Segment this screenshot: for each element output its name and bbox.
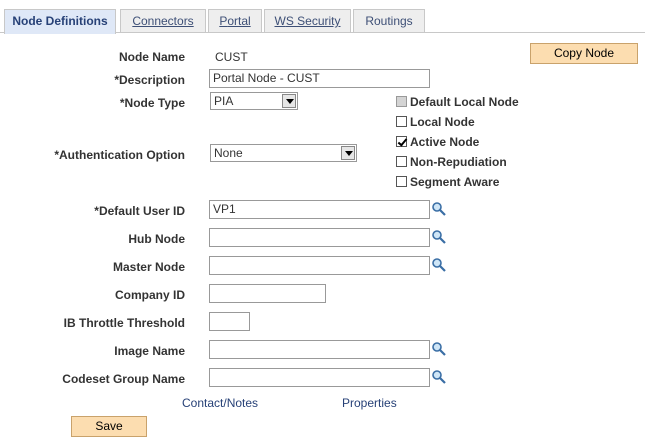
tab-mnemonic: W (274, 14, 286, 28)
tab-label: Node Definitions (12, 14, 108, 28)
hub-node-label: Hub Node (128, 232, 185, 246)
checkbox-box[interactable] (396, 176, 407, 187)
default-user-id-label: *Default User ID (94, 204, 185, 218)
tab-ws-security[interactable]: WS Security (264, 9, 351, 33)
chevron-down-icon[interactable] (341, 146, 355, 160)
description-input[interactable]: Portal Node - CUST (209, 69, 430, 88)
checkbox-label: Active Node (410, 135, 480, 149)
image-name-input[interactable] (209, 340, 430, 359)
codeset-group-name-label: Codeset Group Name (62, 372, 185, 386)
master-node-label: Master Node (112, 260, 185, 274)
properties-link[interactable]: Properties (342, 396, 397, 410)
checkbox-label: Default Local Node (410, 95, 519, 109)
tab-portal[interactable]: Portal (208, 9, 262, 33)
checkbox-box[interactable] (396, 96, 407, 107)
checkbox-box[interactable] (396, 116, 407, 127)
tab-label: ortal (227, 14, 251, 28)
magnifier-lookup-icon[interactable] (431, 201, 447, 217)
node-type-selected: PIA (214, 94, 234, 108)
tab-mnemonic: C (132, 14, 141, 28)
node-name-value: CUST (215, 50, 248, 64)
checkbox-label: Non-Repudiation (410, 155, 507, 169)
checkbox-label: Local Node (410, 115, 475, 129)
contact-notes-link[interactable]: Contact/Notes (182, 396, 258, 410)
copy-node-button[interactable]: Copy Node (530, 43, 638, 64)
chevron-down-icon[interactable] (282, 94, 296, 108)
tab-node-definitions[interactable]: Node Definitions (4, 9, 116, 34)
default-user-id-input[interactable]: VP1 (209, 200, 430, 219)
tab-label: S Security (285, 14, 341, 28)
tab-label: Routings (365, 14, 413, 28)
codeset-group-name-input[interactable] (209, 368, 430, 387)
authentication-option-label: *Authentication Option (54, 148, 185, 162)
magnifier-lookup-icon[interactable] (431, 341, 447, 357)
node-type-select[interactable]: PIA (210, 92, 298, 110)
checkmark-icon[interactable] (396, 136, 407, 147)
master-node-input[interactable] (209, 256, 430, 275)
save-button[interactable]: Save (71, 416, 147, 437)
tab-bar: Node Definitions Connectors Portal WS Se… (0, 0, 645, 34)
checkbox-label: Segment Aware (410, 175, 500, 189)
checkbox-box[interactable] (396, 156, 407, 167)
ib-throttle-threshold-input[interactable] (209, 312, 250, 331)
company-id-input[interactable] (209, 284, 326, 303)
node-name-label: Node Name (118, 50, 185, 64)
company-id-label: Company ID (114, 288, 185, 302)
magnifier-lookup-icon[interactable] (431, 257, 447, 273)
ib-throttle-threshold-label: IB Throttle Threshold (63, 316, 185, 330)
authentication-option-select[interactable]: None (210, 144, 357, 162)
description-label: *Description (114, 73, 185, 87)
magnifier-lookup-icon[interactable] (431, 229, 447, 245)
authentication-option-selected: None (214, 146, 243, 160)
tab-routings[interactable]: Routings (353, 9, 425, 33)
tab-label: onnectors (140, 14, 194, 28)
image-name-label: Image Name (114, 344, 185, 358)
magnifier-lookup-icon[interactable] (431, 369, 447, 385)
node-type-label: *Node Type (119, 96, 185, 110)
tab-connectors[interactable]: Connectors (120, 9, 206, 33)
hub-node-input[interactable] (209, 228, 430, 247)
